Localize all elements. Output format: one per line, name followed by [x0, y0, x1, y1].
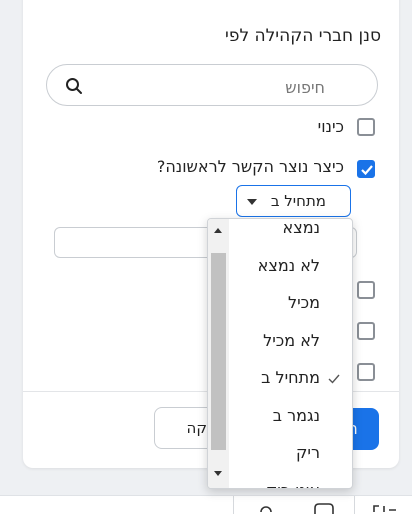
dropdown-option-label: מתחיל ב — [261, 368, 320, 387]
filter-checkbox[interactable] — [357, 281, 375, 299]
dropdown-option[interactable]: מתחיל ב — [229, 362, 352, 399]
chevron-down-icon — [247, 199, 257, 205]
dropdown-option[interactable]: מכיל — [229, 287, 352, 324]
nickname-checkbox[interactable] — [357, 118, 375, 136]
condition-select-value: מתחיל ב — [270, 192, 326, 210]
filter-checkbox[interactable] — [357, 322, 375, 340]
dropdown-option-label: מכיל — [288, 293, 320, 312]
search-box[interactable] — [46, 64, 378, 106]
help-icon[interactable] — [258, 502, 274, 514]
dropdown-option[interactable]: נגמר ב — [229, 400, 352, 437]
camera-icon[interactable] — [312, 502, 336, 514]
filter-heading: סנן חברי הקהילה לפי — [225, 26, 381, 46]
dropdown-option-label: נמצא — [282, 218, 320, 237]
check-icon — [361, 165, 373, 176]
dropdown-option[interactable]: ריק — [229, 437, 352, 474]
dropdown-scrollbar[interactable] — [208, 219, 229, 488]
dropdown-option-label: ריק — [296, 443, 320, 462]
bottom-toolbar — [0, 495, 412, 514]
scroll-down-arrow[interactable] — [214, 471, 222, 476]
dropdown-option-label: לא מכיל — [263, 330, 320, 350]
dropdown-option[interactable]: לא מכיל — [229, 325, 352, 362]
toolbar-separator — [354, 496, 355, 514]
condition-select[interactable]: מתחיל ב — [236, 185, 351, 217]
filter-checkbox[interactable] — [357, 363, 375, 381]
nickname-label: כינוי — [317, 117, 344, 136]
condition-dropdown[interactable]: נמצא לא נמצא מכיל לא מכיל מתחיל ב נגמר ב ריק אי… — [207, 218, 353, 489]
first-contact-checkbox[interactable] — [357, 160, 375, 178]
first-contact-label: כיצר נוצר הקשר לראשונה? — [156, 157, 344, 176]
dropdown-option[interactable]: אינו ריק — [229, 475, 352, 489]
scrollbar-thumb[interactable] — [211, 253, 226, 450]
scroll-up-arrow[interactable] — [214, 228, 222, 233]
dropdown-option[interactable]: לא נמצא — [229, 250, 352, 287]
check-icon — [328, 374, 340, 384]
search-input[interactable] — [123, 75, 327, 99]
dropdown-option-label: לא נמצא — [257, 255, 320, 275]
dropdown-option-label: אינו ריק — [266, 481, 320, 489]
search-icon[interactable] — [65, 77, 83, 95]
menu-icon[interactable] — [372, 502, 398, 514]
dropdown-option-label: נגמר ב — [272, 405, 320, 425]
dropdown-option[interactable]: נמצא — [229, 218, 352, 249]
toolbar-separator — [233, 496, 234, 514]
